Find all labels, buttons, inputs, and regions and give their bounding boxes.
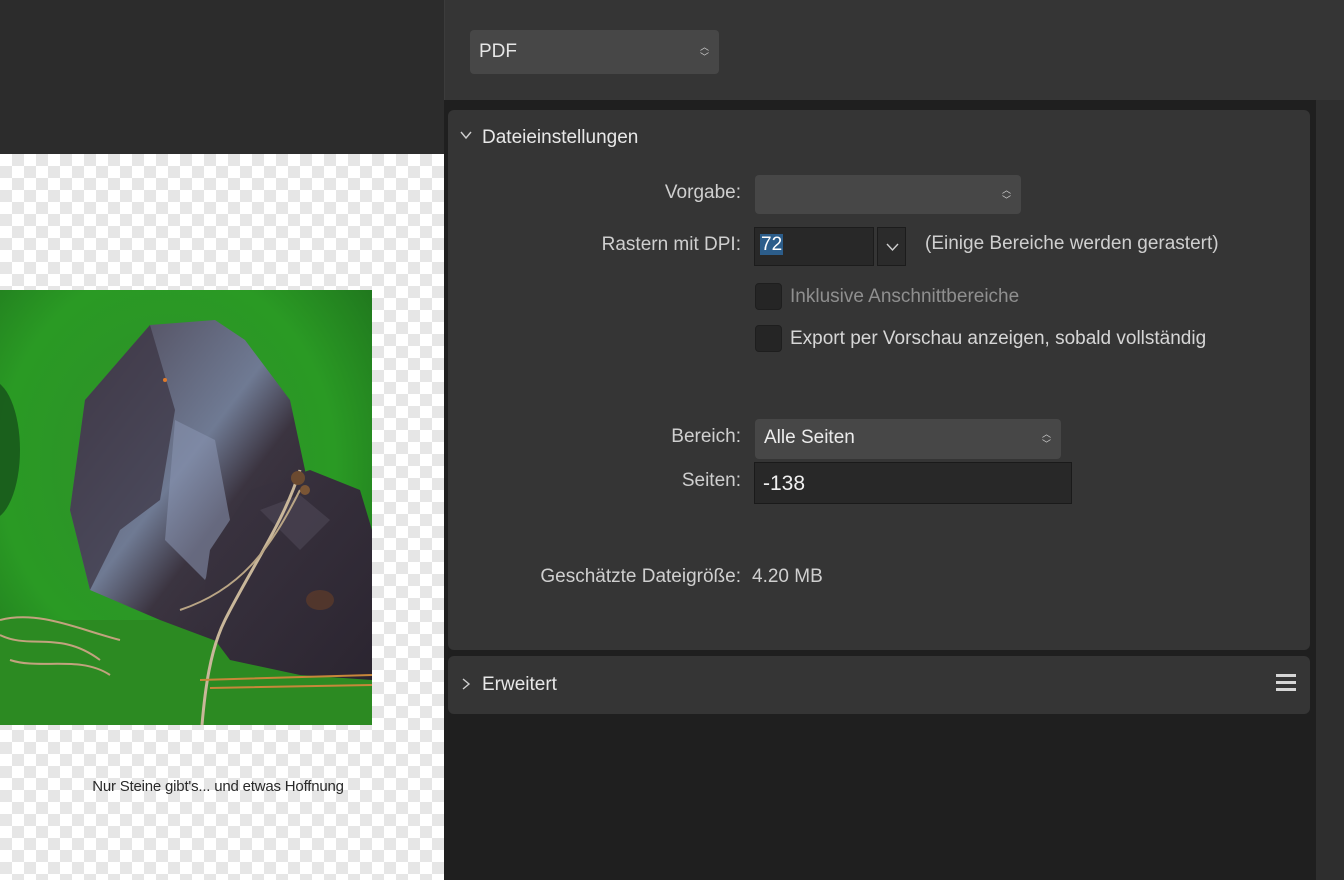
chevron-down-icon [886, 243, 899, 252]
preset-label: Vorgabe: [664, 182, 741, 203]
scrollbar[interactable] [1316, 100, 1344, 880]
advanced-header[interactable]: Erweitert [448, 656, 1310, 712]
format-select-value: PDF [479, 41, 517, 62]
hamburger-menu-icon[interactable] [1276, 674, 1296, 694]
updown-arrows-icon: ︿ ﹀ [1001, 184, 1011, 205]
filesize-label: Geschätzte Dateigröße: [540, 566, 741, 587]
advanced-title: Erweitert [482, 674, 557, 695]
format-select[interactable]: PDF ︿ ﹀ [470, 30, 719, 74]
range-select-value: Alle Seiten [764, 427, 855, 448]
advanced-section: Erweitert [448, 656, 1310, 714]
range-label: Bereich: [671, 426, 741, 447]
preview-label: Export per Vorschau anzeigen, sobald vol… [790, 328, 1207, 349]
dpi-label: Rastern mit DPI: [601, 234, 741, 255]
format-bar: PDF ︿ ﹀ [444, 0, 1344, 100]
pages-label: Seiten: [681, 470, 741, 491]
pages-input[interactable]: -138 [754, 462, 1072, 504]
preview-checkbox[interactable] [755, 325, 782, 352]
bleed-label: Inklusive Anschnittbereiche [790, 286, 1020, 307]
filesize-value: 4.20 MB [752, 566, 823, 587]
dpi-input[interactable]: 72 [754, 227, 874, 266]
preview-photo [0, 290, 372, 725]
preview-caption: Nur Steine gibt's... und etwas Hoffnung [92, 778, 344, 795]
preview-page: Nur Steine gibt's... und etwas Hoffnung [0, 154, 444, 880]
bleed-checkbox[interactable] [755, 283, 782, 310]
chevron-right-icon [462, 678, 471, 690]
export-panel: PDF ︿ ﹀ Dateieinstellungen Vorgabe: ︿ ﹀ Ra… [444, 0, 1344, 880]
updown-arrows-icon: ︿ ﹀ [1041, 429, 1051, 449]
file-settings-title: Dateieinstellungen [482, 127, 639, 148]
dpi-dropdown-button[interactable] [877, 227, 906, 266]
pages-input-value: -138 [763, 472, 806, 495]
dpi-note: (Einige Bereiche werden gerastert) [925, 233, 1219, 254]
file-settings-header[interactable]: Dateieinstellungen [448, 110, 1310, 166]
dpi-input-value: 72 [760, 234, 784, 255]
preview-area: Nur Steine gibt's... und etwas Hoffnung [0, 0, 444, 880]
range-select[interactable]: Alle Seiten ︿ ﹀ [755, 419, 1061, 459]
updown-arrows-icon: ︿ ﹀ [699, 42, 709, 62]
preset-select[interactable]: ︿ ﹀ [755, 175, 1021, 214]
chevron-down-icon [460, 131, 472, 140]
file-settings-section: Dateieinstellungen Vorgabe: ︿ ﹀ Rastern m… [448, 110, 1310, 650]
